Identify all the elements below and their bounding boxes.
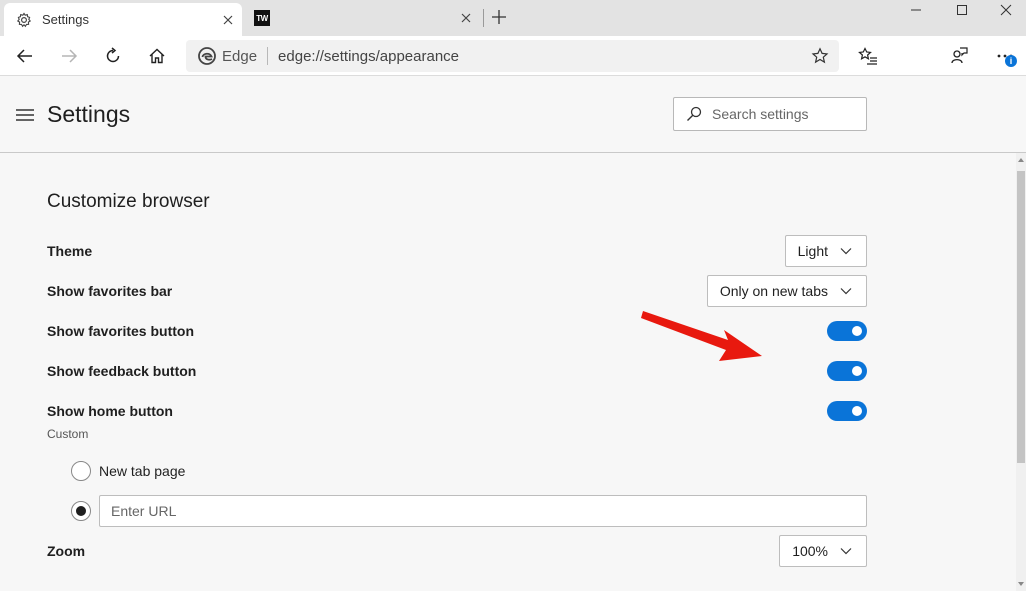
chevron-down-icon	[840, 288, 852, 295]
search-settings-box[interactable]	[673, 97, 867, 131]
browser-toolbar: Edge edge://settings/appearance	[0, 36, 1026, 76]
maximize-icon	[957, 5, 967, 15]
edge-logo-icon	[198, 47, 216, 65]
home-button-label: Show home button	[47, 403, 173, 419]
new-tab-page-radio[interactable]	[71, 461, 91, 481]
tab-settings[interactable]: Settings	[4, 3, 242, 36]
page-title: Settings	[47, 101, 131, 127]
feedback-button-label: Show feedback button	[47, 363, 197, 379]
zoom-value: 100%	[792, 543, 828, 559]
more-menu-button[interactable]	[990, 41, 1020, 71]
favorites-button-toggle[interactable]	[827, 321, 867, 341]
favorites-button-label: Show favorites button	[47, 323, 194, 339]
url-text: edge://settings/appearance	[278, 47, 460, 65]
zoom-dropdown[interactable]: 100%	[779, 535, 867, 567]
hamburger-menu-icon[interactable]	[16, 109, 34, 121]
settings-header: Settings	[0, 77, 1026, 153]
home-button-sublabel: Custom	[47, 427, 89, 441]
favorites-button[interactable]	[853, 41, 883, 71]
scroll-down-arrow-icon[interactable]	[1016, 577, 1026, 591]
feedback-icon	[951, 47, 968, 64]
chevron-down-icon	[840, 248, 852, 255]
home-button-toggle[interactable]	[827, 401, 867, 421]
new-tab-button[interactable]	[488, 6, 510, 28]
theme-dropdown[interactable]: Light	[784, 235, 867, 267]
search-icon	[687, 106, 702, 121]
home-button[interactable]	[142, 41, 172, 71]
refresh-icon	[106, 47, 120, 63]
tab-strip: Settings TW	[0, 0, 1026, 36]
close-icon	[1000, 4, 1011, 16]
add-favorite-star-icon[interactable]	[811, 47, 829, 65]
home-icon	[149, 48, 165, 64]
new-tab-page-label[interactable]: New tab page	[99, 463, 185, 479]
chevron-down-icon	[840, 548, 852, 555]
feedback-button-toggle[interactable]	[827, 361, 867, 381]
maximize-button[interactable]	[939, 0, 985, 20]
address-separator	[267, 47, 269, 65]
theme-label: Theme	[47, 243, 93, 259]
minimize-icon	[911, 9, 921, 11]
minimize-button[interactable]	[893, 0, 939, 20]
section-title: Customize browser	[47, 191, 210, 212]
site-brand-label: Edge	[222, 47, 258, 65]
theme-value: Light	[797, 243, 828, 259]
settings-content: Customize browser Theme Light Show favor…	[0, 153, 1016, 591]
home-url-input[interactable]	[99, 495, 867, 527]
plus-icon	[492, 10, 506, 24]
scroll-thumb[interactable]	[1017, 171, 1025, 463]
feedback-button[interactable]	[944, 41, 974, 71]
tw-favicon: TW	[254, 10, 270, 26]
close-tab-icon[interactable]	[222, 14, 234, 26]
close-window-button[interactable]	[985, 0, 1026, 20]
back-arrow-icon	[16, 49, 32, 63]
favorites-bar-value: Only on new tabs	[719, 283, 828, 299]
favorites-bar-dropdown[interactable]: Only on new tabs	[706, 275, 867, 307]
forward-arrow-icon	[62, 49, 78, 63]
zoom-label: Zoom	[47, 543, 86, 559]
address-bar[interactable]: Edge edge://settings/appearance	[186, 40, 839, 72]
tab-tw[interactable]: TW	[250, 0, 480, 36]
favorites-bar-label: Show favorites bar	[47, 283, 173, 299]
close-tab-icon[interactable]	[460, 12, 472, 24]
refresh-button[interactable]	[98, 41, 128, 71]
search-input[interactable]	[712, 106, 862, 122]
gear-icon	[16, 12, 32, 27]
tab-label: Settings	[42, 12, 89, 27]
favorites-list-icon	[858, 47, 877, 65]
toggle-knob	[852, 406, 862, 416]
tab-separator	[483, 9, 484, 27]
back-button[interactable]	[10, 41, 40, 71]
info-badge-icon: i	[1005, 55, 1017, 67]
vertical-scrollbar[interactable]	[1016, 153, 1026, 591]
forward-button[interactable]	[54, 41, 84, 71]
scroll-up-arrow-icon[interactable]	[1016, 153, 1026, 167]
toggle-knob	[852, 326, 862, 336]
custom-url-radio[interactable]	[71, 501, 91, 521]
toggle-knob	[852, 366, 862, 376]
